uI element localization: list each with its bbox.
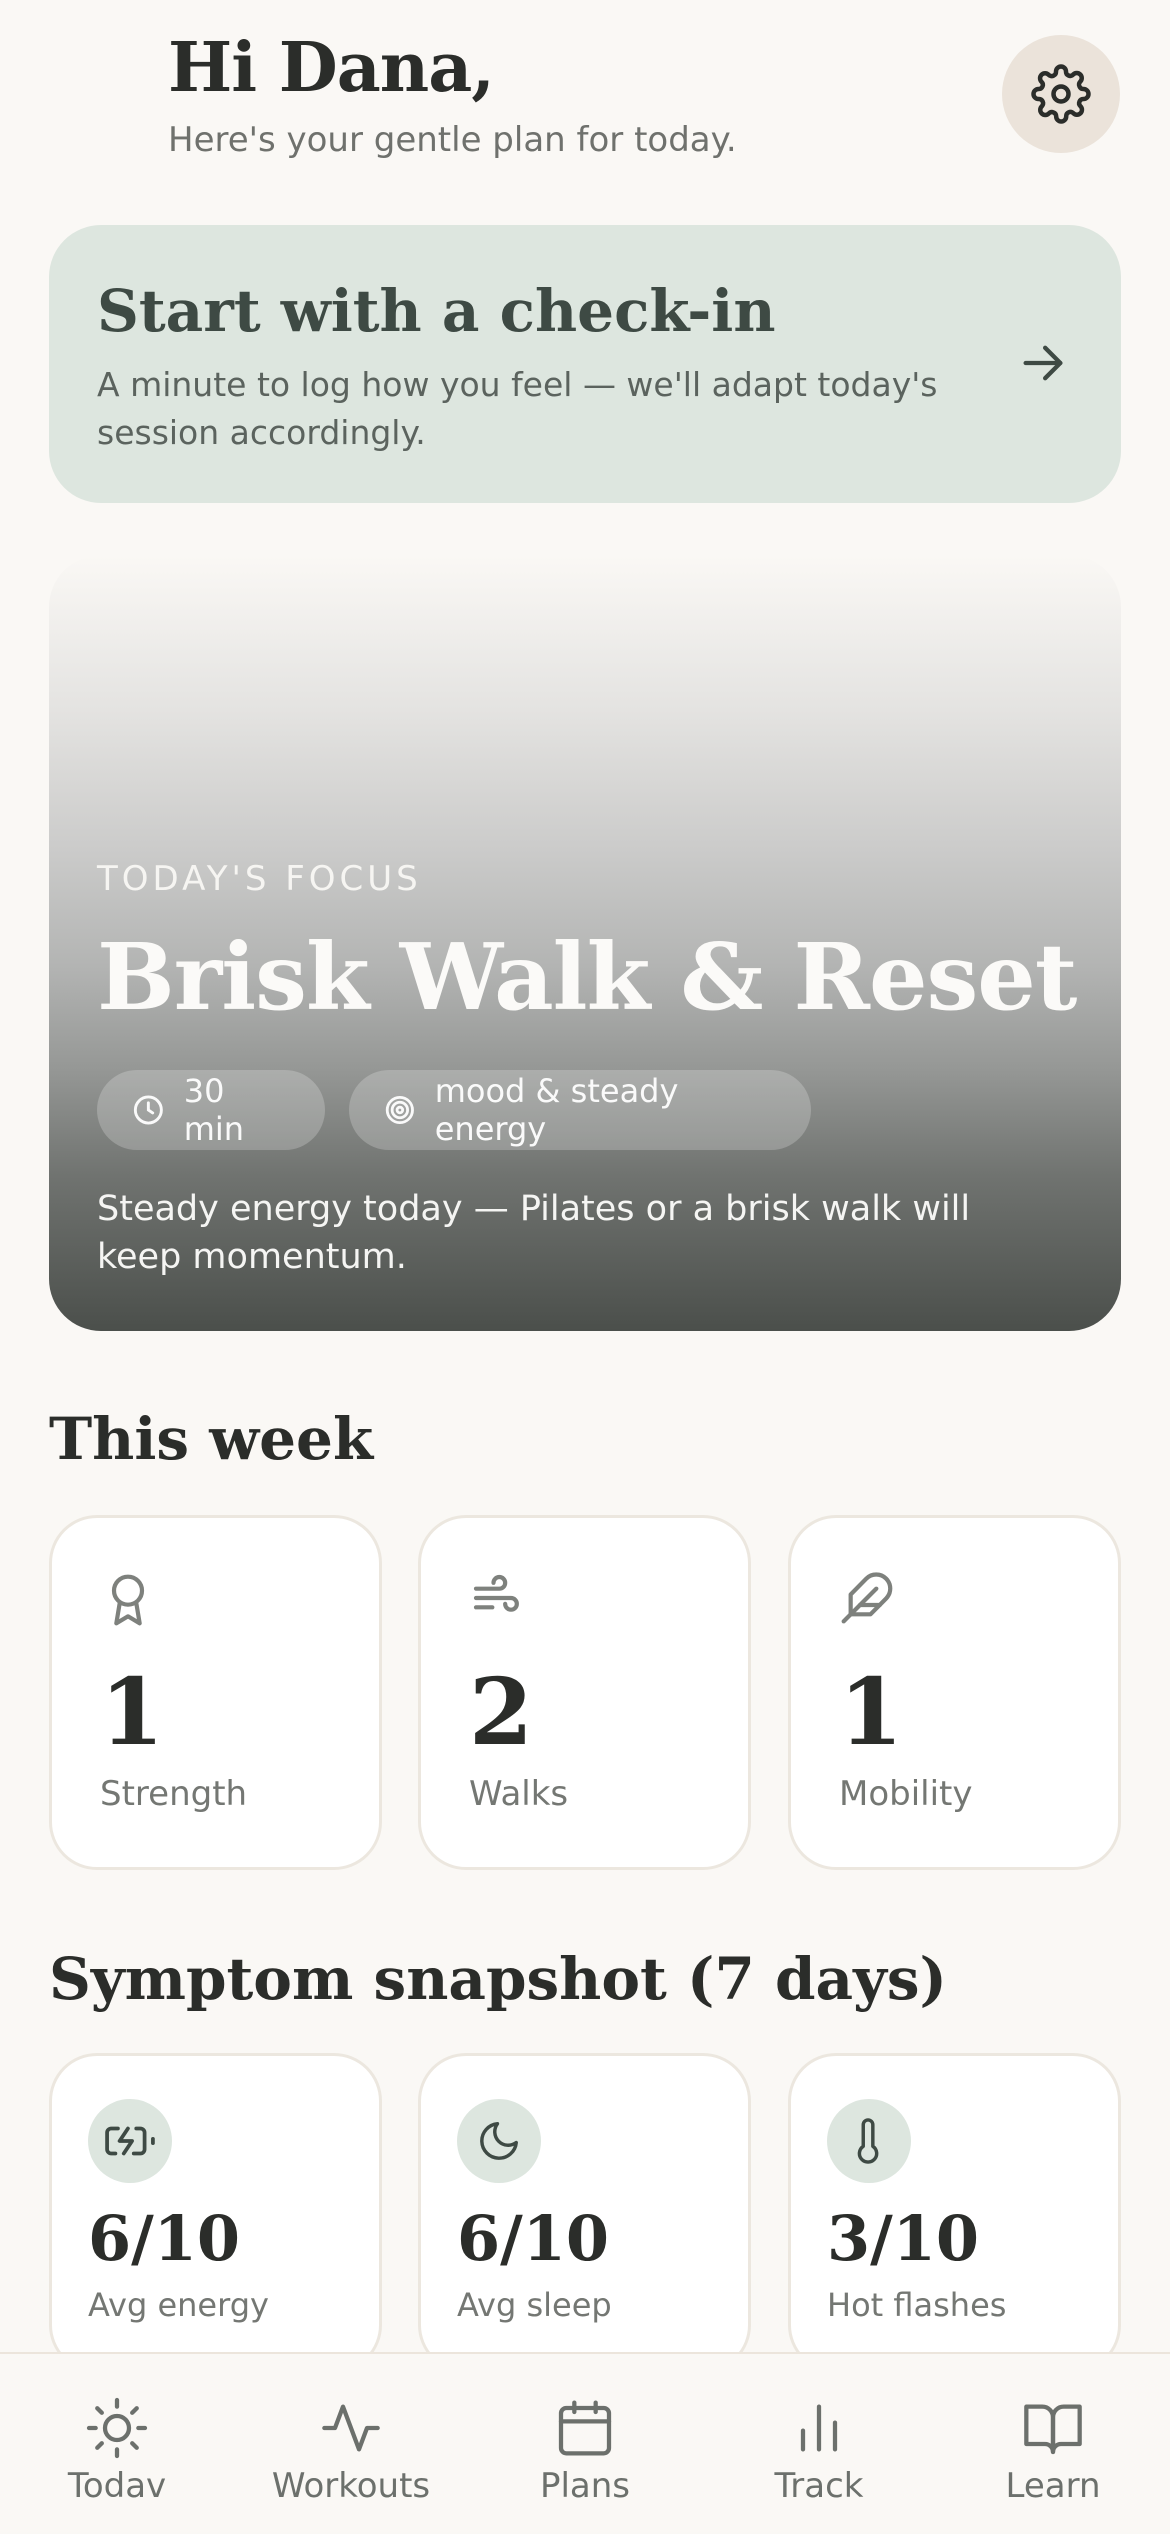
checkin-card[interactable]: Start with a check-in A minute to log ho… [49,225,1121,503]
wind-icon [473,1574,519,1612]
sun-icon [86,2397,148,2459]
todays-focus-card[interactable]: TODAY'S FOCUS Brisk Walk & Reset 30 min … [49,555,1121,1331]
week-card-strength[interactable]: 1 Strength [49,1515,382,1870]
greeting-subtitle: Here's your gentle plan for today. [168,120,737,160]
moon-icon [480,2122,518,2160]
hot-flashes-label: Hot flashes [827,2286,1007,2324]
symptom-section-title: Symptom snapshot (7 days) [49,1945,947,2013]
gear-icon [1031,64,1091,124]
symptom-card-sleep[interactable]: 6/10 Avg sleep [418,2053,751,2373]
focus-description: Steady energy today — Pilates or a brisk… [97,1189,971,1277]
strength-label: Strength [100,1774,248,1814]
award-icon [111,1574,145,1626]
calendar-icon [558,2400,612,2456]
nav-label: Workouts [271,2466,431,2506]
greeting-title: Hi Dana, [168,28,495,108]
activity-icon [322,2404,380,2452]
bar-chart-icon [800,2404,838,2452]
checkin-description: A minute to log how you feel — we'll ada… [97,365,938,452]
energy-label: Avg energy [88,2286,269,2324]
checkin-title: Start with a check-in [97,277,776,345]
symptom-icon-wrap [88,2099,172,2183]
week-card-walks[interactable]: 2 Walks [418,1515,751,1870]
walks-label: Walks [469,1774,569,1814]
target-icon [385,1095,414,1125]
focus-label: TODAY'S FOCUS [97,859,422,899]
week-section-title: This week [49,1405,374,1473]
nav-item-workouts[interactable]: Workouts [234,2354,468,2534]
sleep-value: 6/10 [457,2202,610,2275]
settings-button[interactable] [1002,35,1120,153]
book-open-icon [1024,2404,1082,2455]
duration-chip: 30 min [97,1070,325,1150]
week-card-mobility[interactable]: 1 Mobility [788,1515,1121,1870]
symptom-card-hot-flashes[interactable]: 3/10 Hot flashes [788,2053,1121,2373]
nav-label: Plans [539,2466,631,2506]
goal-text: mood & steady energy [434,1072,679,1148]
mobility-count: 1 [839,1658,904,1766]
strength-count: 1 [100,1658,165,1766]
thermometer-icon [857,2118,879,2164]
walks-count: 2 [469,1658,534,1766]
hot-flashes-value: 3/10 [827,2202,980,2275]
symptom-icon-wrap [457,2099,541,2183]
nav-item-learn[interactable]: Learn [936,2354,1170,2534]
bottom-navigation: Todav Workouts Plans Track Learn [0,2352,1170,2534]
mobility-label: Mobility [839,1774,973,1814]
nav-label: Track [774,2466,864,2506]
nav-item-track[interactable]: Track [702,2354,936,2534]
arrow-right-icon [1023,345,1063,381]
duration-text: 30 min [183,1072,245,1148]
focus-title: Brisk Walk & Reset [97,923,1077,1031]
symptom-icon-wrap [827,2099,911,2183]
nav-label: Learn [1005,2466,1101,2506]
sleep-label: Avg sleep [457,2286,612,2324]
nav-label: Todav [67,2466,167,2506]
feather-icon [841,1572,893,1624]
energy-value: 6/10 [88,2202,241,2275]
clock-icon [133,1095,163,1125]
nav-item-today[interactable]: Todav [0,2354,234,2534]
symptom-card-energy[interactable]: 6/10 Avg energy [49,2053,382,2373]
battery-charging-icon [105,2126,155,2156]
goal-chip: mood & steady energy [349,1070,811,1150]
nav-item-plans[interactable]: Plans [468,2354,702,2534]
